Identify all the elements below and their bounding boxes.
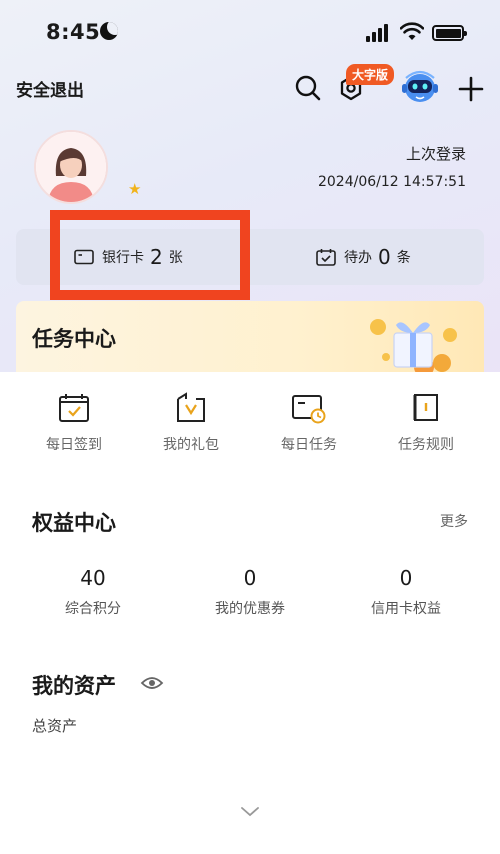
points-stat[interactable]: 40 综合积分 — [18, 566, 168, 618]
coupons-stat[interactable]: 0 我的优惠券 — [175, 566, 325, 618]
wifi-icon — [400, 22, 424, 40]
calendar-check-icon — [59, 394, 89, 422]
todo-count: 0 — [378, 245, 391, 269]
stat-value: 0 — [243, 566, 257, 590]
avatar[interactable] — [34, 130, 108, 204]
task-label: 任务规则 — [398, 437, 454, 453]
todo-label: 待办 — [344, 250, 372, 266]
task-label: 每日任务 — [281, 437, 337, 453]
assets-title: 我的资产 — [32, 674, 116, 698]
status-time: 8:45 — [46, 20, 101, 44]
chevron-down-icon[interactable] — [240, 806, 260, 818]
cellular-signal-icon — [366, 24, 390, 42]
last-login-time: 2024/06/12 14:57:51 — [317, 174, 466, 190]
eye-icon[interactable] — [140, 673, 164, 693]
status-bar: 8:45 — [0, 0, 500, 66]
robot-assistant-icon[interactable] — [400, 68, 440, 106]
logout-button[interactable]: 安全退出 — [16, 76, 84, 101]
task-grid: 每日签到 我的礼包 每日任务 任务规则 — [0, 392, 500, 462]
plus-icon[interactable] — [458, 76, 484, 102]
stat-value: 40 — [80, 566, 106, 590]
task-daily-checkin[interactable]: 每日签到 — [14, 392, 134, 454]
search-icon[interactable] — [294, 74, 322, 102]
task-label: 我的礼包 — [163, 437, 219, 453]
gift-coins-illustration — [370, 319, 457, 377]
task-daily-mission[interactable]: 每日任务 — [249, 392, 369, 454]
stat-label: 信用卡权益 — [371, 601, 441, 617]
stat-value: 0 — [399, 566, 413, 590]
gift-package-icon — [177, 392, 205, 422]
task-center-title: 任务中心 — [32, 327, 116, 351]
todo-entry[interactable]: 待办 0 条 — [316, 229, 411, 285]
task-label: 每日签到 — [46, 437, 102, 453]
star-icon: ★ — [128, 180, 142, 198]
calendar-todo-icon — [316, 249, 336, 266]
task-rules[interactable]: 任务规则 — [366, 392, 486, 454]
battery-icon — [432, 25, 467, 41]
moon-icon — [100, 22, 118, 40]
last-login-label: 上次登录 — [405, 145, 466, 163]
stat-label: 我的优惠券 — [215, 601, 285, 617]
credit-card-rights-stat[interactable]: 0 信用卡权益 — [331, 566, 481, 618]
user-avatar-icon — [36, 132, 106, 202]
big-font-mode-badge[interactable]: 大字版 — [346, 64, 395, 85]
task-my-gift[interactable]: 我的礼包 — [131, 392, 251, 454]
rules-book-icon — [413, 394, 438, 421]
more-link[interactable]: 更多 — [440, 511, 468, 531]
rights-center-title: 权益中心 — [32, 511, 116, 535]
total-assets-label: 总资产 — [32, 717, 78, 735]
highlight-annotation-box — [50, 210, 250, 300]
stat-label: 综合积分 — [65, 601, 121, 617]
task-card-icon — [292, 395, 326, 424]
todo-unit: 条 — [396, 250, 411, 266]
